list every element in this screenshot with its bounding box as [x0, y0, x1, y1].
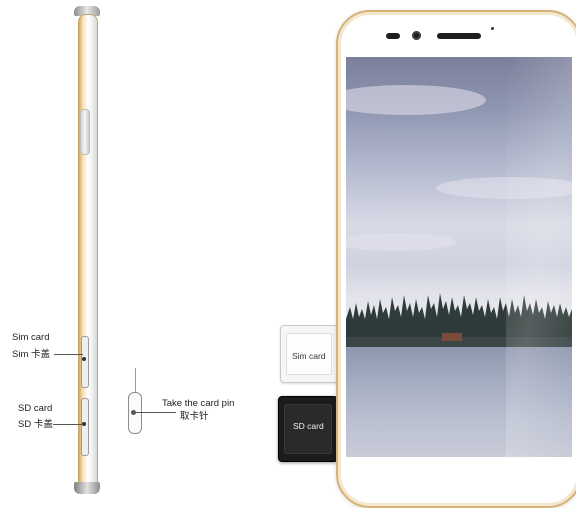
- sim-slot: [81, 336, 89, 388]
- sd-label-en: SD card: [18, 403, 53, 414]
- phone-screen-wallpaper: [346, 57, 572, 457]
- side-button: [80, 109, 90, 155]
- side-bottom-cap: [74, 482, 100, 494]
- speaker-grille-icon: [437, 33, 481, 39]
- camera-icon: [412, 31, 421, 40]
- sim-tray-label: Sim card: [292, 351, 326, 361]
- pin-label-cn: 取卡针: [180, 411, 209, 422]
- sd-slot: [81, 398, 89, 456]
- phone-side-view: [72, 6, 104, 496]
- sd-label-cn: SD 卡盖: [18, 419, 53, 430]
- sim-eject-hole: [82, 357, 86, 361]
- sd-tray-label: SD card: [293, 421, 324, 431]
- light-sensor: [491, 27, 494, 30]
- sim-label-cn: Sim 卡盖: [12, 349, 51, 360]
- sim-label-en: Sim card: [12, 332, 50, 343]
- proximity-sensor: [386, 33, 400, 39]
- pin-label-en: Take the card pin: [162, 398, 235, 409]
- screen-glare: [506, 57, 572, 457]
- pin-leader-line: [136, 412, 176, 413]
- sd-leader-line: [53, 424, 83, 425]
- pin-stem: [135, 368, 136, 394]
- sim-leader-line: [54, 354, 83, 355]
